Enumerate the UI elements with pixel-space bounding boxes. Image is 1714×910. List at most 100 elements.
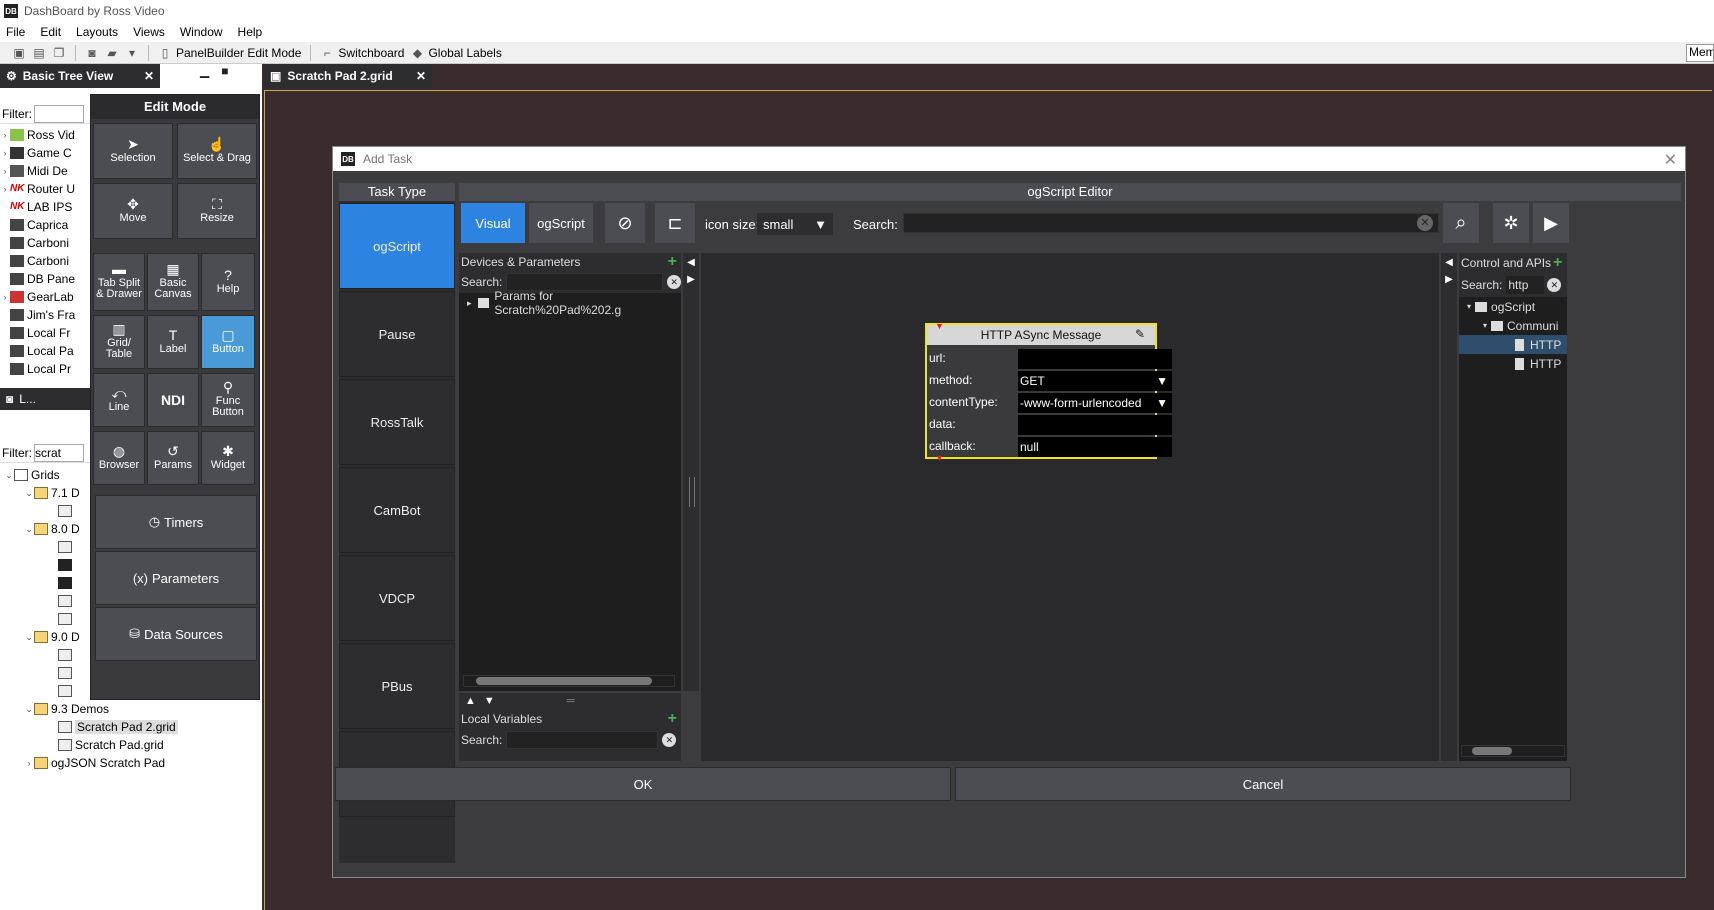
layout-icon[interactable]: ⊏: [655, 203, 695, 243]
folder-icon[interactable]: ▰: [105, 46, 119, 60]
resize-button[interactable]: ⛶ Resize: [177, 183, 257, 239]
task-type-vdcp[interactable]: VDCP: [339, 555, 455, 641]
move-button[interactable]: ✥ Move: [93, 183, 173, 239]
menu-views[interactable]: Views: [133, 25, 165, 39]
dropdown-arrow-icon[interactable]: ▾: [125, 46, 139, 60]
run-icon[interactable]: ▶: [1533, 203, 1569, 243]
apis-horizontal-scrollbar[interactable]: [1461, 745, 1565, 757]
selection-button[interactable]: ➤ Selection: [93, 123, 173, 179]
tab-split-button[interactable]: ▬ Tab Split & Drawer: [93, 253, 145, 311]
tree-filter-input[interactable]: [34, 104, 84, 123]
scrollbar-thumb[interactable]: [1472, 747, 1512, 755]
tree-item-folder[interactable]: ⌄ 9.3 Demos: [0, 700, 262, 718]
node-title-bar[interactable]: HTTP ASync Message ✎ ▼: [927, 321, 1155, 345]
tree-item-scratch-pad[interactable]: Scratch Pad.grid: [0, 736, 262, 754]
tree-item[interactable]: › Midi De: [0, 162, 90, 180]
parameters-button[interactable]: (x) Parameters: [95, 551, 257, 605]
scratch-pad-tab[interactable]: ▣ Scratch Pad 2.grid ✕: [264, 64, 432, 88]
devices-splitter[interactable]: ◀ ▶: [683, 253, 699, 691]
apis-tree-communication[interactable]: ▾ Communi: [1459, 316, 1567, 335]
ogscript-tab[interactable]: ogScript: [529, 203, 593, 243]
url-field[interactable]: [1018, 349, 1172, 369]
tree-item[interactable]: Local Pr: [0, 360, 90, 378]
data-field[interactable]: [1018, 415, 1172, 435]
clear-search-icon[interactable]: ✕: [1417, 215, 1433, 231]
maximize-icon[interactable]: ■: [221, 64, 228, 78]
hide-icon[interactable]: ⊘: [605, 203, 645, 243]
line-button[interactable]: ⤺ Line: [93, 373, 145, 427]
editor-search-input[interactable]: [903, 213, 1439, 233]
global-labels-button[interactable]: ◆ Global Labels: [410, 46, 502, 60]
task-type-pause[interactable]: Pause: [339, 291, 455, 377]
add-icon[interactable]: +: [668, 710, 681, 728]
select-drag-button[interactable]: ☝ Select & Drag: [177, 123, 257, 179]
tree-item[interactable]: DB Pane: [0, 270, 90, 288]
task-type-pbus[interactable]: PBus: [339, 643, 455, 729]
lower-filter-input[interactable]: [34, 443, 84, 462]
apis-tree-ogscript[interactable]: ▾ ogScript: [1459, 297, 1567, 316]
tree-item[interactable]: NK LAB IPS: [0, 198, 90, 216]
menu-layouts[interactable]: Layouts: [76, 25, 118, 39]
switchboard-button[interactable]: ⌐ Switchboard: [320, 46, 405, 60]
arrow-down-icon[interactable]: ▼: [484, 695, 495, 707]
local-search-input[interactable]: [506, 731, 659, 749]
add-icon[interactable]: +: [668, 253, 681, 271]
camera-icon[interactable]: ◙: [85, 46, 99, 60]
tree-item[interactable]: › NK Router U: [0, 180, 90, 198]
data-sources-button[interactable]: ⛁ Data Sources: [95, 607, 257, 661]
collapse-left-icon[interactable]: ◀: [683, 257, 699, 268]
cancel-button[interactable]: Cancel: [955, 767, 1571, 801]
tree-item-scratch-pad-2[interactable]: Scratch Pad 2.grid: [0, 718, 262, 736]
visual-tab[interactable]: Visual: [461, 203, 525, 243]
apis-tree-http[interactable]: HTTP: [1459, 354, 1567, 373]
collapse-left-icon[interactable]: ◀: [1441, 257, 1457, 268]
menu-file[interactable]: File: [6, 25, 25, 39]
save-icon[interactable]: ▣: [12, 46, 26, 60]
expand-right-icon[interactable]: ▶: [1441, 274, 1457, 285]
browser-button[interactable]: ◍ Browser: [93, 431, 145, 485]
search-icon[interactable]: ⌕: [1443, 203, 1479, 243]
ndi-button[interactable]: NDI: [147, 373, 199, 427]
tree-item[interactable]: Local Fr: [0, 324, 90, 342]
grid-table-button[interactable]: ▥ Grid/ Table: [93, 315, 145, 369]
tree-item[interactable]: › Game C: [0, 144, 90, 162]
tree-item[interactable]: › GearLab: [0, 288, 90, 306]
expand-right-icon[interactable]: ▶: [683, 274, 699, 285]
save-all-icon[interactable]: ▤: [32, 46, 46, 60]
tree-item[interactable]: Jim's Fra: [0, 306, 90, 324]
task-type-rosstalk[interactable]: RossTalk: [339, 379, 455, 465]
drag-handle-icon[interactable]: ═: [567, 695, 575, 707]
apis-search-input[interactable]: http: [1506, 276, 1545, 294]
copy-icon[interactable]: ❐: [52, 46, 66, 60]
close-icon[interactable]: ✕: [144, 69, 154, 83]
tree-item[interactable]: › Ross Vid: [0, 126, 90, 144]
horizontal-scrollbar[interactable]: [463, 675, 675, 687]
basic-tree-view-tab[interactable]: ⚙ Basic Tree View ✕: [0, 64, 160, 88]
connector-in-icon[interactable]: ▼: [935, 321, 944, 331]
label-button[interactable]: T Label: [147, 315, 199, 369]
basic-canvas-button[interactable]: ▦ Basic Canvas: [147, 253, 199, 311]
tree-item[interactable]: Carboni: [0, 234, 90, 252]
close-icon[interactable]: ✕: [1664, 150, 1677, 170]
bug-icon[interactable]: ✲: [1493, 203, 1529, 243]
timers-button[interactable]: ◷ Timers: [95, 495, 257, 549]
http-async-node[interactable]: HTTP ASync Message ✎ ▼ url: method: GET ▼…: [925, 321, 1172, 463]
params-button[interactable]: ↺ Params: [147, 431, 199, 485]
close-icon[interactable]: ✕: [416, 69, 426, 83]
tree-item[interactable]: Caprica: [0, 216, 90, 234]
menu-edit[interactable]: Edit: [40, 25, 61, 39]
widget-button[interactable]: ✱ Widget: [201, 431, 255, 485]
menu-window[interactable]: Window: [180, 25, 223, 39]
button-tool-button[interactable]: ▢ Button: [201, 315, 255, 369]
panelbuilder-edit-mode-button[interactable]: ▯ PanelBuilder Edit Mode: [158, 46, 302, 60]
apis-tree-http-selected[interactable]: HTTP: [1459, 335, 1567, 354]
scrollbar-thumb[interactable]: [476, 677, 652, 685]
connector-out-icon[interactable]: ▼: [935, 453, 944, 463]
content-type-select[interactable]: -www-form-urlencoded ▼: [1018, 393, 1172, 413]
minimize-icon[interactable]: ▁: [200, 64, 209, 78]
task-type-cambot[interactable]: CamBot: [339, 467, 455, 553]
clear-search-icon[interactable]: ✕: [1547, 278, 1562, 292]
tree-item[interactable]: Carboni: [0, 252, 90, 270]
ok-button[interactable]: OK: [335, 767, 951, 801]
params-tree-item[interactable]: ▸ Params for Scratch%20Pad%202.g: [459, 289, 681, 317]
